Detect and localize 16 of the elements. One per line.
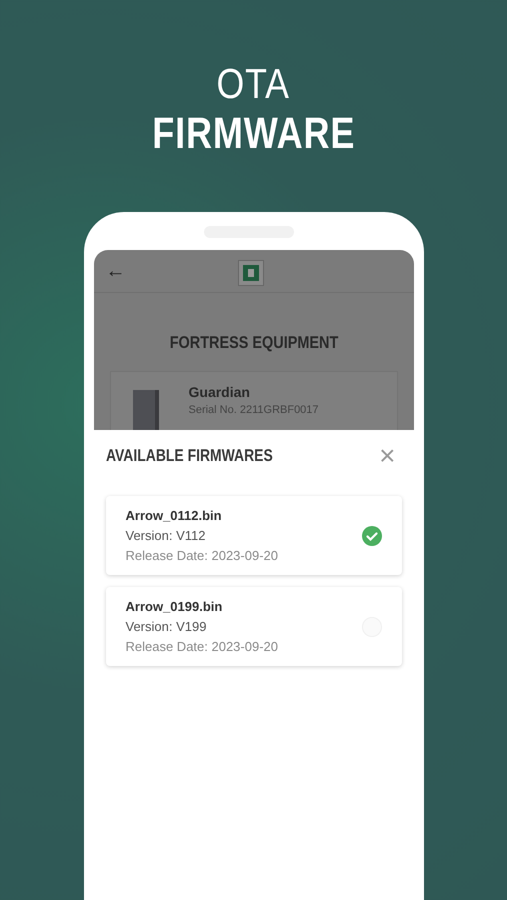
version: Version: V199: [126, 619, 208, 634]
device-name: Guardian: [188, 384, 251, 400]
sheet-title: AVAILABLE FIRMWARES: [106, 446, 272, 466]
serial-number: Serial No. 2211GRBF0017: [188, 404, 319, 416]
version: Version: V112: [126, 528, 206, 543]
firmware-item[interactable]: Arrow_0112.bin Version: V112 Release Date: 2023-09-20: [106, 496, 402, 575]
release-date: Release Date: 2023-09-20: [126, 548, 278, 563]
headline: FIRMWARE: [152, 108, 355, 160]
file-name: Arrow_0199.bin: [126, 599, 224, 614]
firmware-item[interactable]: Arrow_0199.bin Version: V199 Release Date: 2023-09-20: [106, 587, 402, 666]
page-title: FORTRESS EQUIPMENT: [168, 333, 340, 353]
back-button[interactable]: ←: [106, 260, 126, 282]
file-name: Arrow_0112.bin: [126, 508, 223, 523]
logo-icon: [238, 260, 264, 286]
release-date: Release Date: 2023-09-20: [126, 639, 278, 654]
headline: OTA: [216, 60, 290, 108]
